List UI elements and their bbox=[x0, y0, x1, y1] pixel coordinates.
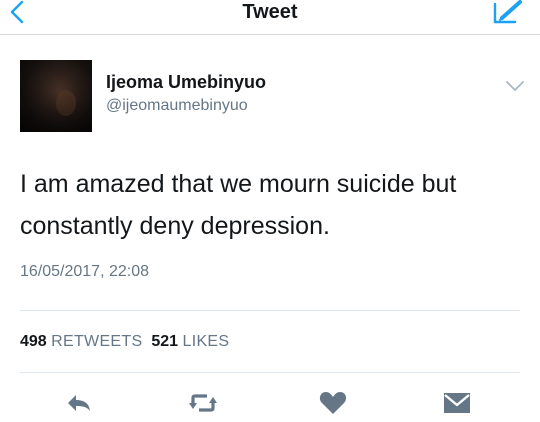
page-title: Tweet bbox=[242, 1, 298, 23]
divider bbox=[20, 310, 520, 311]
retweets-stat[interactable]: 498 RETWEETS bbox=[20, 331, 142, 353]
envelope-icon[interactable] bbox=[442, 390, 472, 416]
likes-stat[interactable]: 521 LIKES bbox=[151, 331, 229, 353]
avatar[interactable] bbox=[20, 60, 92, 132]
retweets-count: 498 bbox=[20, 333, 47, 350]
chevron-down-icon[interactable] bbox=[504, 78, 526, 94]
author-handle[interactable]: @ijeomaumebinyuo bbox=[106, 96, 248, 116]
tweet-text-line: I am amazed that we mourn suicide but bbox=[20, 170, 457, 198]
tweet-stats: 498 RETWEETS 521 LIKES bbox=[20, 331, 229, 353]
author-name[interactable]: Ijeoma Umebinyuo bbox=[106, 72, 266, 92]
likes-count: 521 bbox=[151, 333, 179, 350]
avatar-shade bbox=[20, 60, 92, 132]
divider bbox=[20, 372, 520, 373]
tweet-detail-screen: Tweet Ijeoma Umebinyuo @ijeomaumebinyuo … bbox=[0, 0, 540, 422]
compose-icon[interactable] bbox=[490, 0, 526, 28]
heart-icon[interactable] bbox=[318, 390, 348, 416]
reply-icon[interactable] bbox=[64, 390, 94, 416]
retweets-label: RETWEETS bbox=[51, 333, 143, 350]
nav-bar: Tweet bbox=[0, 0, 540, 35]
likes-label: LIKES bbox=[182, 333, 230, 350]
retweet-icon[interactable] bbox=[188, 390, 218, 416]
tweet-text-line: constantly deny depression. bbox=[20, 212, 330, 240]
tweet-body: I am amazed that we mourn suicide but co… bbox=[20, 163, 530, 247]
tweet-timestamp: 16/05/2017, 22:08 bbox=[20, 263, 150, 280]
